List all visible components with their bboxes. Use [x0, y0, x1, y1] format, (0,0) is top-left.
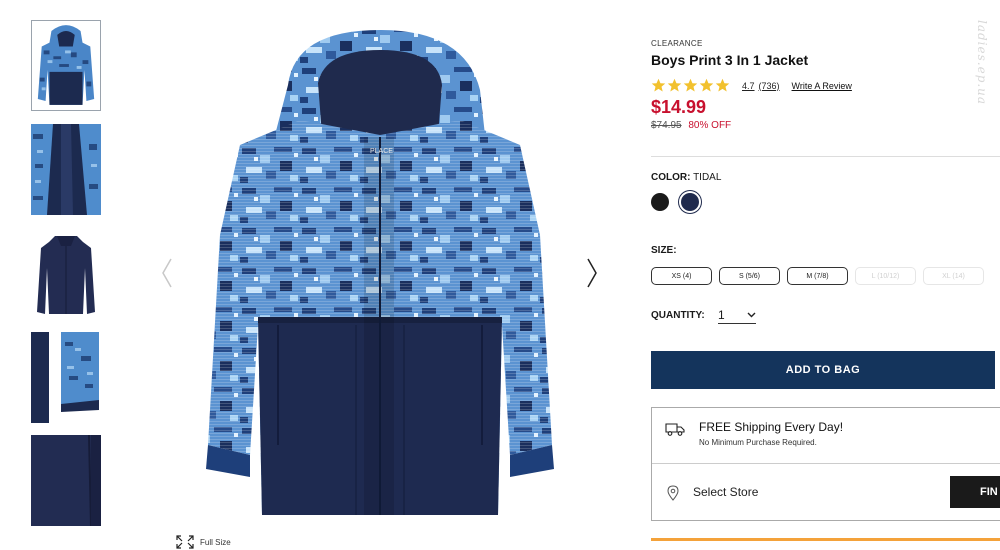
select-store-link[interactable]: Select Store [693, 485, 758, 499]
divider [651, 156, 1000, 157]
chevron-left-icon [162, 258, 172, 288]
rating-row: 4.7 (736) Write A Review [651, 78, 1000, 93]
star-icon [683, 78, 698, 92]
rating-value[interactable]: 4.7 [742, 81, 755, 91]
star-icon [651, 78, 666, 92]
size-xs[interactable]: XS (4) [651, 267, 712, 285]
size-l[interactable]: L (10/12) [855, 267, 916, 285]
selected-color: TIDAL [693, 172, 722, 183]
size-options: XS (4) S (5/6) M (7/8) L (10/12) XL (14) [651, 267, 984, 285]
shipping-subtitle: No Minimum Purchase Required. [699, 438, 817, 447]
color-label: COLOR: TIDAL [651, 172, 721, 183]
size-xl[interactable]: XL (14) [923, 267, 984, 285]
accent-bar [651, 538, 1000, 541]
color-swatches [651, 193, 699, 211]
shipping-title: FREE Shipping Every Day! [699, 420, 844, 434]
original-price-row: $74.95 80% OFF [651, 120, 1000, 131]
swatch-black[interactable] [651, 193, 669, 211]
shipping-box: FREE Shipping Every Day! No Minimum Purc… [651, 407, 1000, 521]
quantity-label: QUANTITY: [651, 310, 705, 321]
thumbnail-fleece-liner[interactable] [31, 228, 101, 319]
star-icon [667, 78, 682, 92]
original-price: $74.95 [651, 120, 682, 131]
color-label-text: COLOR: [651, 172, 691, 183]
review-count[interactable]: (736) [759, 81, 780, 91]
clearance-badge: CLEARANCE [651, 39, 703, 48]
full-size-button[interactable]: Full Size [175, 534, 231, 550]
next-image-arrow[interactable] [582, 255, 602, 291]
thumbnail-fabric-closeup[interactable] [31, 435, 101, 526]
prev-image-arrow[interactable] [157, 255, 177, 291]
star-icon [699, 78, 714, 92]
shipping-info: FREE Shipping Every Day! No Minimum Purc… [652, 408, 1000, 464]
full-size-label: Full Size [200, 537, 231, 547]
quantity-select[interactable]: 1 [718, 306, 756, 324]
thumbnail-front[interactable] [31, 20, 101, 111]
chevron-down-icon [747, 312, 756, 317]
quantity-value: 1 [718, 307, 725, 322]
add-to-bag-button[interactable]: ADD TO BAG [651, 351, 995, 389]
find-store-button[interactable]: FIN [950, 476, 1000, 508]
product-main-image: PLACE [180, 25, 580, 525]
size-label: SIZE: [651, 245, 677, 256]
thumbnail-sleeve-detail[interactable] [31, 332, 101, 423]
expand-icon [176, 535, 194, 549]
location-pin-icon [667, 485, 679, 501]
svg-text:PLACE: PLACE [370, 148, 393, 155]
chevron-right-icon [587, 258, 597, 288]
write-review-link[interactable]: Write A Review [792, 81, 852, 91]
star-icon [715, 78, 730, 92]
product-title: Boys Print 3 In 1 Jacket [651, 52, 809, 68]
size-m[interactable]: M (7/8) [787, 267, 848, 285]
sale-price: $14.99 [651, 97, 707, 117]
discount-badge: 80% OFF [688, 120, 732, 131]
swatch-tidal[interactable] [681, 193, 699, 211]
thumbnail-detail-inner[interactable] [31, 124, 101, 215]
size-s[interactable]: S (5/6) [719, 267, 780, 285]
product-info: CLEARANCE Boys Print 3 In 1 Jacket 4.7 (… [651, 39, 1000, 131]
star-rating[interactable] [651, 78, 730, 93]
truck-icon [665, 423, 685, 436]
